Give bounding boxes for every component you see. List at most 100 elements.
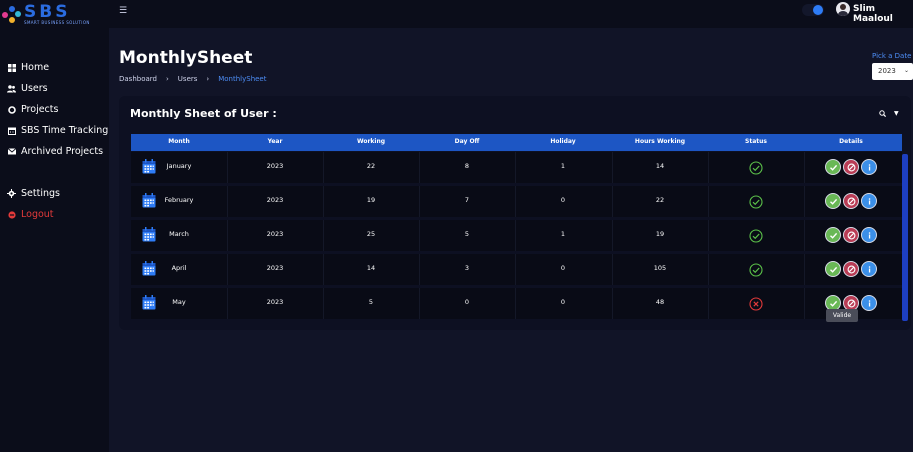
info-button[interactable] (861, 227, 877, 243)
sidebar-item-label: Users (21, 83, 48, 94)
reject-button[interactable] (843, 261, 859, 277)
reject-button[interactable] (843, 159, 859, 175)
tooltip: Valide (826, 309, 858, 322)
theme-toggle[interactable] (802, 4, 824, 16)
calendar-icon (142, 261, 156, 276)
info-icon (868, 197, 870, 204)
cell-day-off: 3 (464, 264, 470, 272)
column-header-day-off: Day Off (454, 138, 480, 145)
calendar-icon (7, 126, 16, 135)
breadcrumb-users[interactable]: Users (178, 75, 198, 83)
cell-day-off: 0 (464, 298, 470, 306)
caret-down-icon[interactable]: ▼ (894, 110, 899, 117)
mail-icon (7, 147, 16, 156)
column-divider (227, 220, 228, 251)
status-check-icon (749, 194, 763, 209)
column-divider (708, 288, 709, 319)
column-divider (708, 152, 709, 183)
sidebar: Home Users Projects SBS Time Tracking Ar… (0, 28, 109, 452)
users-icon (7, 84, 16, 93)
column-divider (708, 254, 709, 285)
calendar-icon (142, 159, 156, 174)
cell-working: 19 (366, 196, 376, 204)
info-button[interactable] (861, 159, 877, 175)
year-select[interactable]: 2023 ⌄ (872, 63, 913, 80)
sidebar-item-archived-projects[interactable]: Archived Projects (7, 146, 103, 157)
sidebar-item-home[interactable]: Home (7, 62, 49, 73)
logout-icon (7, 210, 16, 219)
column-divider (419, 152, 420, 183)
column-divider (515, 254, 516, 285)
logo-text: SBS (24, 2, 71, 22)
chevron-down-icon: ⌄ (903, 67, 909, 74)
sidebar-item-sbs-time-tracking[interactable]: SBS Time Tracking (7, 125, 108, 136)
check-icon (829, 266, 837, 273)
reject-button[interactable] (843, 193, 859, 209)
column-divider (515, 220, 516, 251)
details-actions (825, 227, 877, 243)
table-scrollbar[interactable] (902, 154, 908, 321)
breadcrumb: Dashboard › Users › MonthlySheet (119, 75, 266, 83)
breadcrumb-dashboard[interactable]: Dashboard (119, 75, 157, 83)
sidebar-item-settings[interactable]: Settings (7, 188, 60, 199)
breadcrumb-monthlysheet: MonthlySheet (218, 75, 267, 83)
avatar[interactable] (836, 2, 850, 16)
ban-icon (847, 197, 855, 205)
validate-button[interactable] (825, 227, 841, 243)
validate-button[interactable] (825, 261, 841, 277)
column-divider (323, 220, 324, 251)
validate-button[interactable] (825, 159, 841, 175)
sidebar-item-label: Logout (21, 209, 54, 220)
table-header: Month Year Working Day Off Holiday Hours… (131, 134, 902, 151)
column-divider (612, 152, 613, 183)
cell-month: April (171, 264, 187, 272)
sbs-logo[interactable]: SBS SMART BUSINESS SOLUTION (2, 2, 94, 28)
check-icon (829, 198, 837, 205)
cell-month: February (164, 196, 194, 204)
column-divider (419, 288, 420, 319)
column-header-month: Month (168, 138, 190, 145)
check-icon (829, 300, 837, 307)
column-divider (323, 186, 324, 217)
column-divider (323, 152, 324, 183)
column-divider (804, 220, 805, 251)
cell-hours: 22 (655, 196, 665, 204)
table-row: January 2023 22 8 1 14 (131, 152, 902, 183)
cell-month: January (166, 162, 192, 170)
sidebar-item-projects[interactable]: Projects (7, 104, 58, 115)
info-button[interactable] (861, 295, 877, 311)
column-header-holiday: Holiday (550, 138, 576, 145)
table-row: April 2023 14 3 0 105 (131, 254, 902, 285)
cell-hours: 105 (653, 264, 667, 272)
info-icon (868, 163, 870, 170)
info-button[interactable] (861, 261, 877, 277)
sidebar-item-label: SBS Time Tracking (21, 125, 109, 136)
user-name[interactable]: Slim Maaloul (853, 4, 913, 24)
cell-year: 2023 (266, 264, 284, 272)
cell-day-off: 5 (464, 230, 470, 238)
circle-icon (7, 105, 16, 114)
cell-holiday: 0 (560, 264, 566, 272)
cell-year: 2023 (266, 298, 284, 306)
column-divider (227, 288, 228, 319)
page-title: MonthlySheet (119, 48, 253, 68)
column-divider (708, 186, 709, 217)
column-divider (804, 288, 805, 319)
column-divider (323, 288, 324, 319)
search-icon[interactable] (879, 110, 887, 119)
info-button[interactable] (861, 193, 877, 209)
column-divider (708, 220, 709, 251)
top-bar: SBS SMART BUSINESS SOLUTION ☰ Slim Maalo… (0, 0, 913, 28)
details-actions (825, 193, 877, 209)
ban-icon (847, 265, 855, 273)
cell-working: 22 (366, 162, 376, 170)
sidebar-item-logout[interactable]: Logout (7, 209, 54, 220)
sidebar-item-users[interactable]: Users (7, 83, 48, 94)
calendar-icon (142, 295, 156, 310)
reject-button[interactable] (843, 227, 859, 243)
ban-icon (847, 163, 855, 171)
monthly-sheet-card: Monthly Sheet of User : ▼ Month Year Wor… (119, 96, 911, 330)
hamburger-icon[interactable]: ☰ (119, 6, 127, 16)
validate-button[interactable] (825, 193, 841, 209)
cell-holiday: 1 (560, 230, 566, 238)
